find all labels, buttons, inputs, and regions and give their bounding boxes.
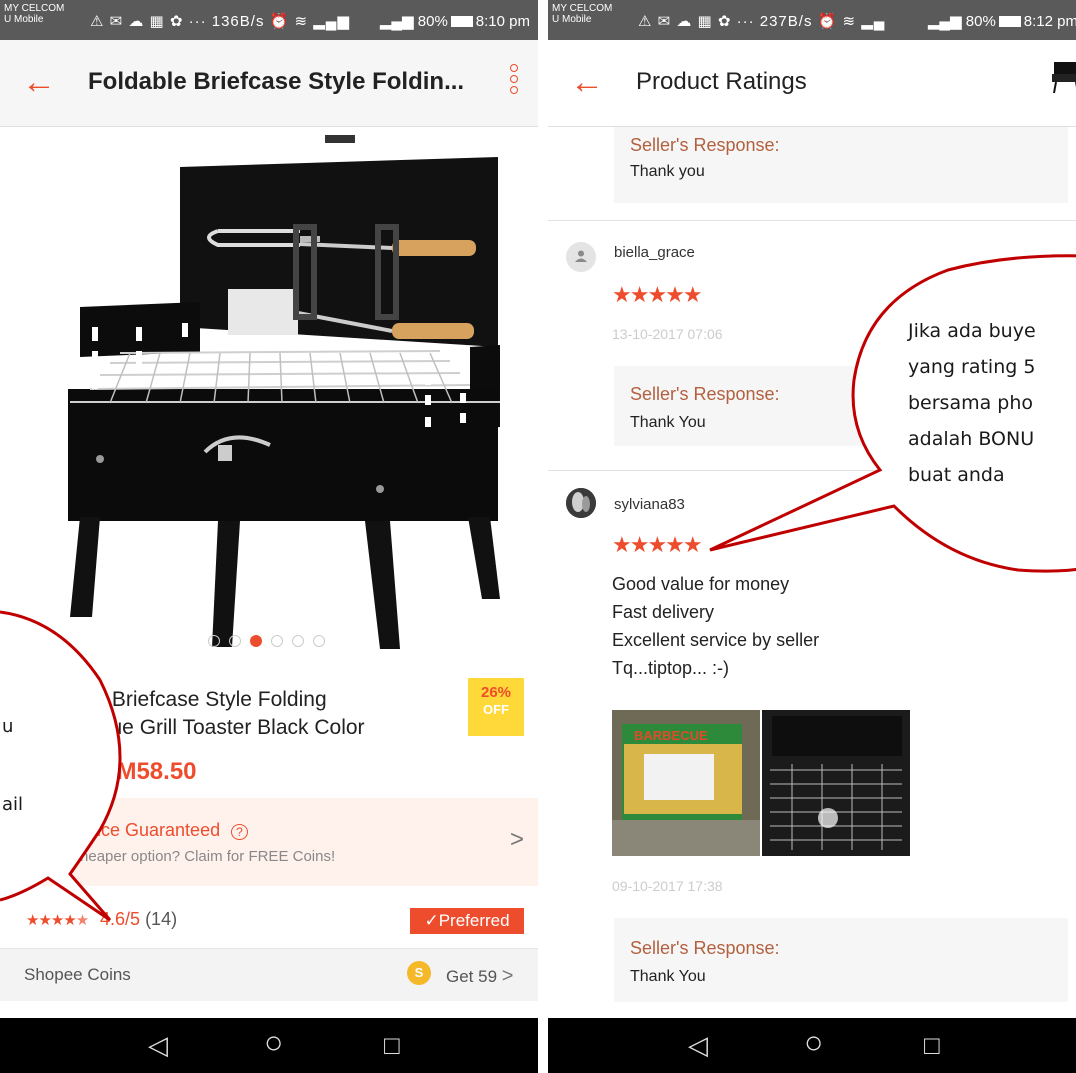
product-detail-screen: MY CELCOM U Mobile ⚠ ✉ ☁ ▦ ✿ ··· 136B/s … [0, 0, 538, 1073]
callout-bubble-right [709, 254, 1076, 573]
callout-text-line: bersama pho [908, 392, 1034, 414]
callout-text-line: adalah BONU [908, 428, 1035, 450]
callout-text-line: Jika ada buye [908, 320, 1036, 342]
screen-divider [538, 0, 548, 1073]
callout-text-line: buat anda [908, 464, 1005, 486]
callout-bubble-left [0, 610, 122, 922]
callout-text-line: u [2, 716, 14, 737]
product-ratings-screen: MY CELCOM U Mobile ⚠ ✉ ☁ ▦ ✿ ··· 237B/s … [548, 0, 1076, 1073]
callout-text-line: yang rating 5 [908, 356, 1036, 378]
callout-text-line: ail [2, 794, 24, 815]
